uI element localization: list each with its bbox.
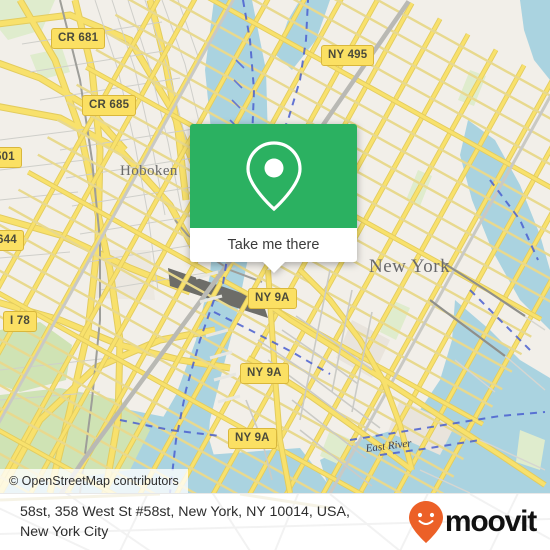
road-shield-cr-681[interactable]: CR 681 (51, 28, 106, 49)
footer-bar: 58st, 358 West St #58st, New York, NY 10… (0, 493, 550, 550)
map-label-hoboken: Hoboken (120, 163, 178, 179)
road-shield-ny-9a-3[interactable]: NY 9A (228, 428, 277, 449)
popup-pointer-tail (262, 262, 285, 273)
road-shield-ny-495[interactable]: NY 495 (321, 45, 375, 66)
map-label-new-york: New York (369, 256, 451, 277)
osm-attribution[interactable]: © OpenStreetMap contributors (0, 469, 188, 493)
location-popup-card[interactable]: Take me there (190, 124, 357, 273)
map-pin-icon (245, 141, 302, 212)
road-shield-ny-9a-1[interactable]: NY 9A (248, 288, 297, 309)
address-text: 58st, 358 West St #58st, New York, NY 10… (0, 502, 409, 542)
road-shield-cr-501[interactable]: 501 (0, 147, 22, 168)
address-line-1: 58st, 358 West St #58st, New York, NY 10… (20, 504, 350, 520)
road-shield-i-78[interactable]: I 78 (3, 311, 37, 332)
road-shield-ny-9a-2[interactable]: NY 9A (240, 363, 289, 384)
screenshot-root: Hoboken New York East River CR 681 CR 68… (0, 0, 550, 550)
map-canvas[interactable]: Hoboken New York East River CR 681 CR 68… (0, 0, 550, 493)
road-shield-cr-644[interactable]: 644 (0, 230, 24, 251)
road-shield-cr-685[interactable]: CR 685 (82, 95, 137, 116)
popup-header (190, 124, 357, 228)
take-me-there-label: Take me there (227, 237, 320, 253)
moovit-logo[interactable]: moovit (408, 501, 550, 543)
moovit-wordmark: moovit (444, 505, 537, 538)
osm-attribution-label: © OpenStreetMap contributors (9, 474, 179, 488)
address-line-2: New York City (20, 524, 109, 540)
take-me-there-button[interactable]: Take me there (190, 228, 357, 262)
moovit-pin-icon (408, 501, 443, 543)
